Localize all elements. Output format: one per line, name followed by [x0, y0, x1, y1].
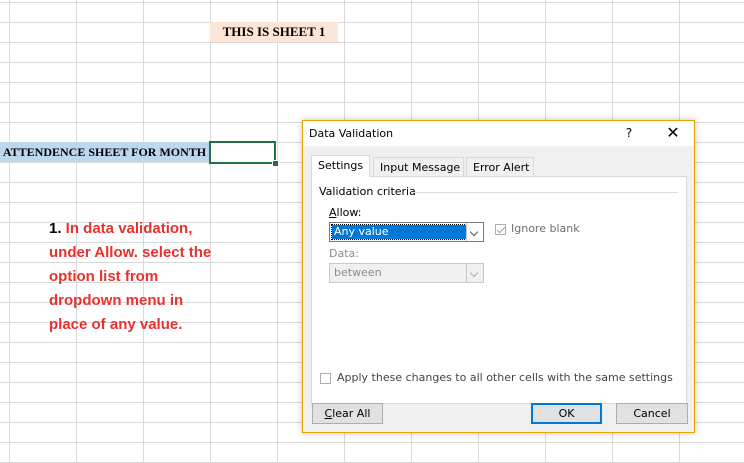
allow-select[interactable]: Any value — [329, 222, 484, 242]
instruction-text: In data validation, under Allow. select … — [49, 220, 212, 333]
clear-all-button[interactable]: Clear All — [312, 403, 383, 424]
data-select[interactable]: between — [329, 263, 484, 283]
cancel-button[interactable]: Cancel — [616, 403, 688, 424]
dialog-title: Data Validation — [309, 127, 394, 140]
data-select-value: between — [334, 266, 382, 279]
validation-criteria-label: Validation criteria — [319, 185, 420, 198]
ok-button[interactable]: OK — [531, 403, 602, 424]
data-validation-dialog: Data Validation ? ✕ Settings Input Messa… — [302, 120, 695, 433]
settings-panel: Validation criteria Allow: Any value Ign… — [311, 176, 687, 404]
close-icon[interactable]: ✕ — [655, 123, 691, 143]
allow-label: Allow: — [329, 206, 362, 219]
dialog-titlebar[interactable]: Data Validation ? ✕ — [303, 121, 694, 146]
apply-all-checkbox[interactable] — [320, 373, 331, 384]
instruction-number: 1. — [49, 220, 62, 237]
sheet-title-cell[interactable]: THIS IS SHEET 1 — [210, 22, 338, 42]
tab-error-alert[interactable]: Error Alert — [466, 157, 534, 176]
group-divider — [412, 192, 678, 193]
tab-settings[interactable]: Settings — [311, 155, 370, 177]
apply-all-label[interactable]: Apply these changes to all other cells w… — [337, 371, 673, 384]
data-label: Data: — [329, 247, 359, 260]
selected-cell[interactable] — [209, 141, 279, 167]
ignore-blank-checkbox[interactable] — [495, 224, 506, 235]
tab-input-message[interactable]: Input Message — [373, 157, 464, 176]
attendance-label-cell[interactable]: ATTENDENCE SHEET FOR MONTH — [0, 142, 209, 162]
chevron-down-icon[interactable] — [466, 223, 483, 241]
ignore-blank-label[interactable]: Ignore blank — [511, 222, 580, 235]
chevron-down-icon[interactable] — [466, 264, 483, 282]
allow-select-value: Any value — [331, 224, 467, 240]
instruction-annotation: 1. In data validation, under Allow. sele… — [49, 217, 224, 337]
help-button[interactable]: ? — [619, 124, 639, 142]
